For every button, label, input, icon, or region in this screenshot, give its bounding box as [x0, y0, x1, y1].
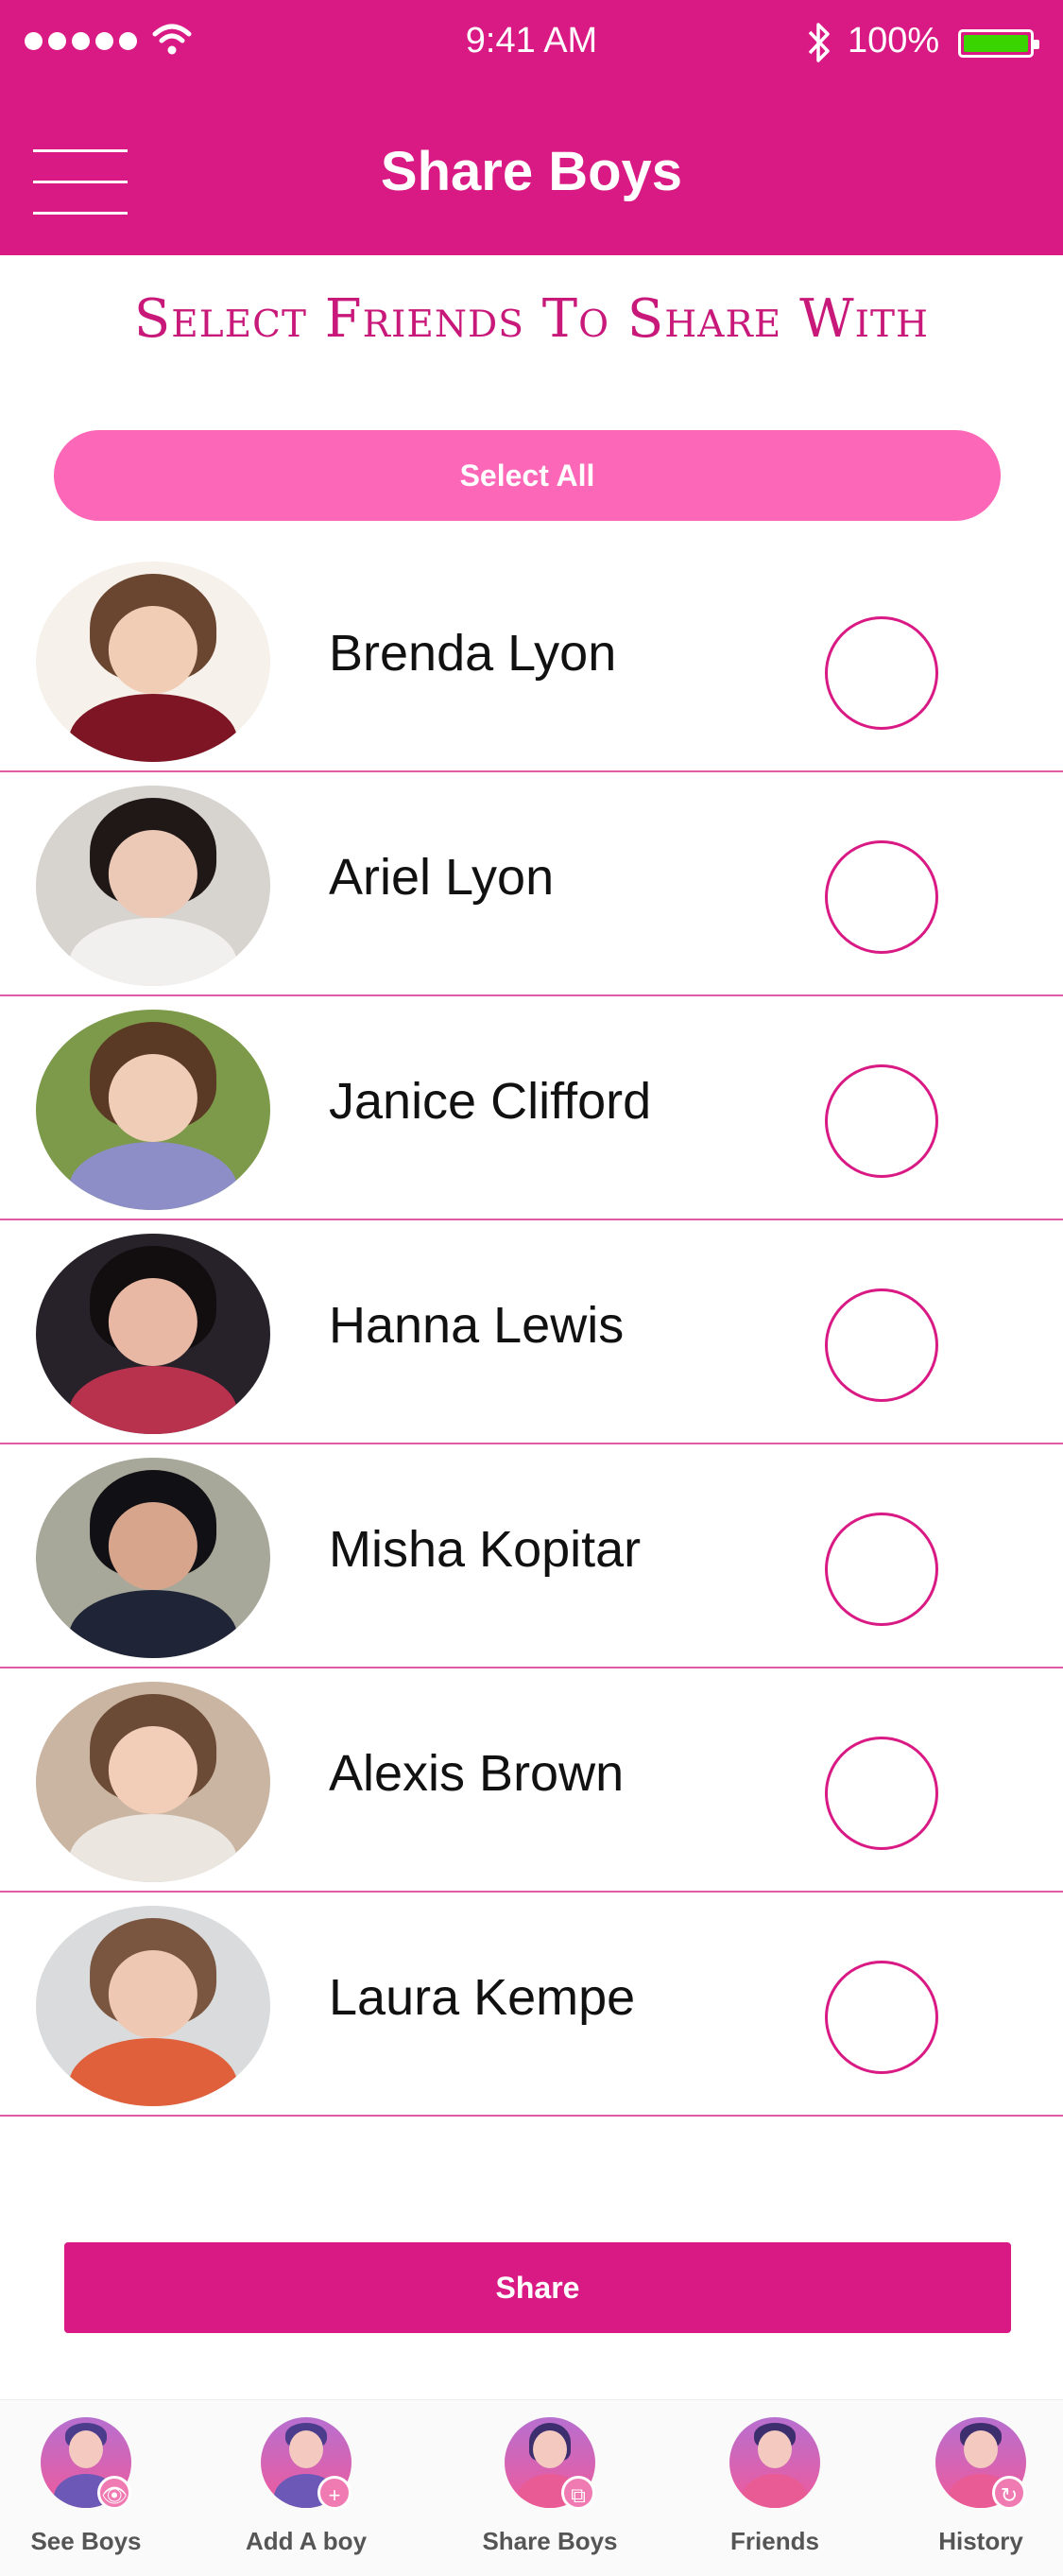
share-button[interactable]: Share — [64, 2242, 1011, 2333]
battery-icon — [958, 29, 1039, 58]
avatar — [36, 1458, 270, 1658]
select-checkbox[interactable] — [825, 1513, 938, 1626]
avatar — [36, 1010, 270, 1210]
friend-name: Hanna Lewis — [329, 1297, 625, 1354]
friends-list: Brenda Lyon Ariel Lyon Janice Clifford H… — [0, 548, 1063, 2117]
friend-row[interactable]: Laura Kempe — [0, 1893, 1063, 2117]
friend-row[interactable]: Brenda Lyon — [0, 548, 1063, 772]
tab-see-boys[interactable]: 👁 See Boys — [0, 2417, 180, 2568]
friend-row[interactable]: Hanna Lewis — [0, 1220, 1063, 1444]
share-icon: ⧉ — [561, 2476, 595, 2510]
avatar — [36, 1906, 270, 2106]
select-checkbox[interactable] — [825, 840, 938, 954]
status-bar: 9:41 AM 100% — [0, 0, 1063, 85]
friend-name: Laura Kempe — [329, 1969, 636, 2026]
select-checkbox[interactable] — [825, 616, 938, 730]
nav-bar: Share Boys — [0, 85, 1063, 255]
friend-name: Ariel Lyon — [329, 849, 555, 906]
history-icon: ↻ — [992, 2476, 1026, 2510]
avatar — [36, 786, 270, 986]
avatar — [36, 1234, 270, 1434]
select-checkbox[interactable] — [825, 1288, 938, 1402]
friend-name: Brenda Lyon — [329, 625, 617, 682]
tab-bar: 👁 See Boys + Add A boy ⧉ Share Boys Frie… — [0, 2399, 1063, 2576]
plus-icon: + — [317, 2476, 351, 2510]
select-all-button[interactable]: Select All — [54, 430, 1001, 521]
friend-name: Janice Clifford — [329, 1073, 652, 1130]
friend-row[interactable]: Misha Kopitar — [0, 1444, 1063, 1668]
friend-row[interactable]: Janice Clifford — [0, 996, 1063, 1220]
friend-row[interactable]: Ariel Lyon — [0, 772, 1063, 996]
battery-percentage: 100% — [848, 21, 940, 61]
friends-icon — [729, 2417, 820, 2508]
eye-icon: 👁 — [97, 2476, 131, 2510]
avatar — [36, 1682, 270, 1882]
select-checkbox[interactable] — [825, 1064, 938, 1178]
section-subtitle: Select Friends To Share With — [133, 288, 930, 350]
tab-add-a-boy[interactable]: + Add A boy — [212, 2417, 401, 2568]
avatar — [36, 562, 270, 762]
page-title: Share Boys — [380, 141, 683, 202]
friend-name: Misha Kopitar — [329, 1521, 642, 1578]
select-checkbox[interactable] — [825, 1961, 938, 2074]
tab-friends[interactable]: Friends — [680, 2417, 869, 2568]
tab-share-boys[interactable]: ⧉ Share Boys — [455, 2417, 644, 2568]
friend-row[interactable]: Alexis Brown — [0, 1668, 1063, 1893]
select-checkbox[interactable] — [825, 1737, 938, 1850]
bluetooth-icon — [803, 21, 835, 69]
tab-history[interactable]: ↻ History — [886, 2417, 1063, 2568]
friend-name: Alexis Brown — [329, 1745, 625, 1802]
